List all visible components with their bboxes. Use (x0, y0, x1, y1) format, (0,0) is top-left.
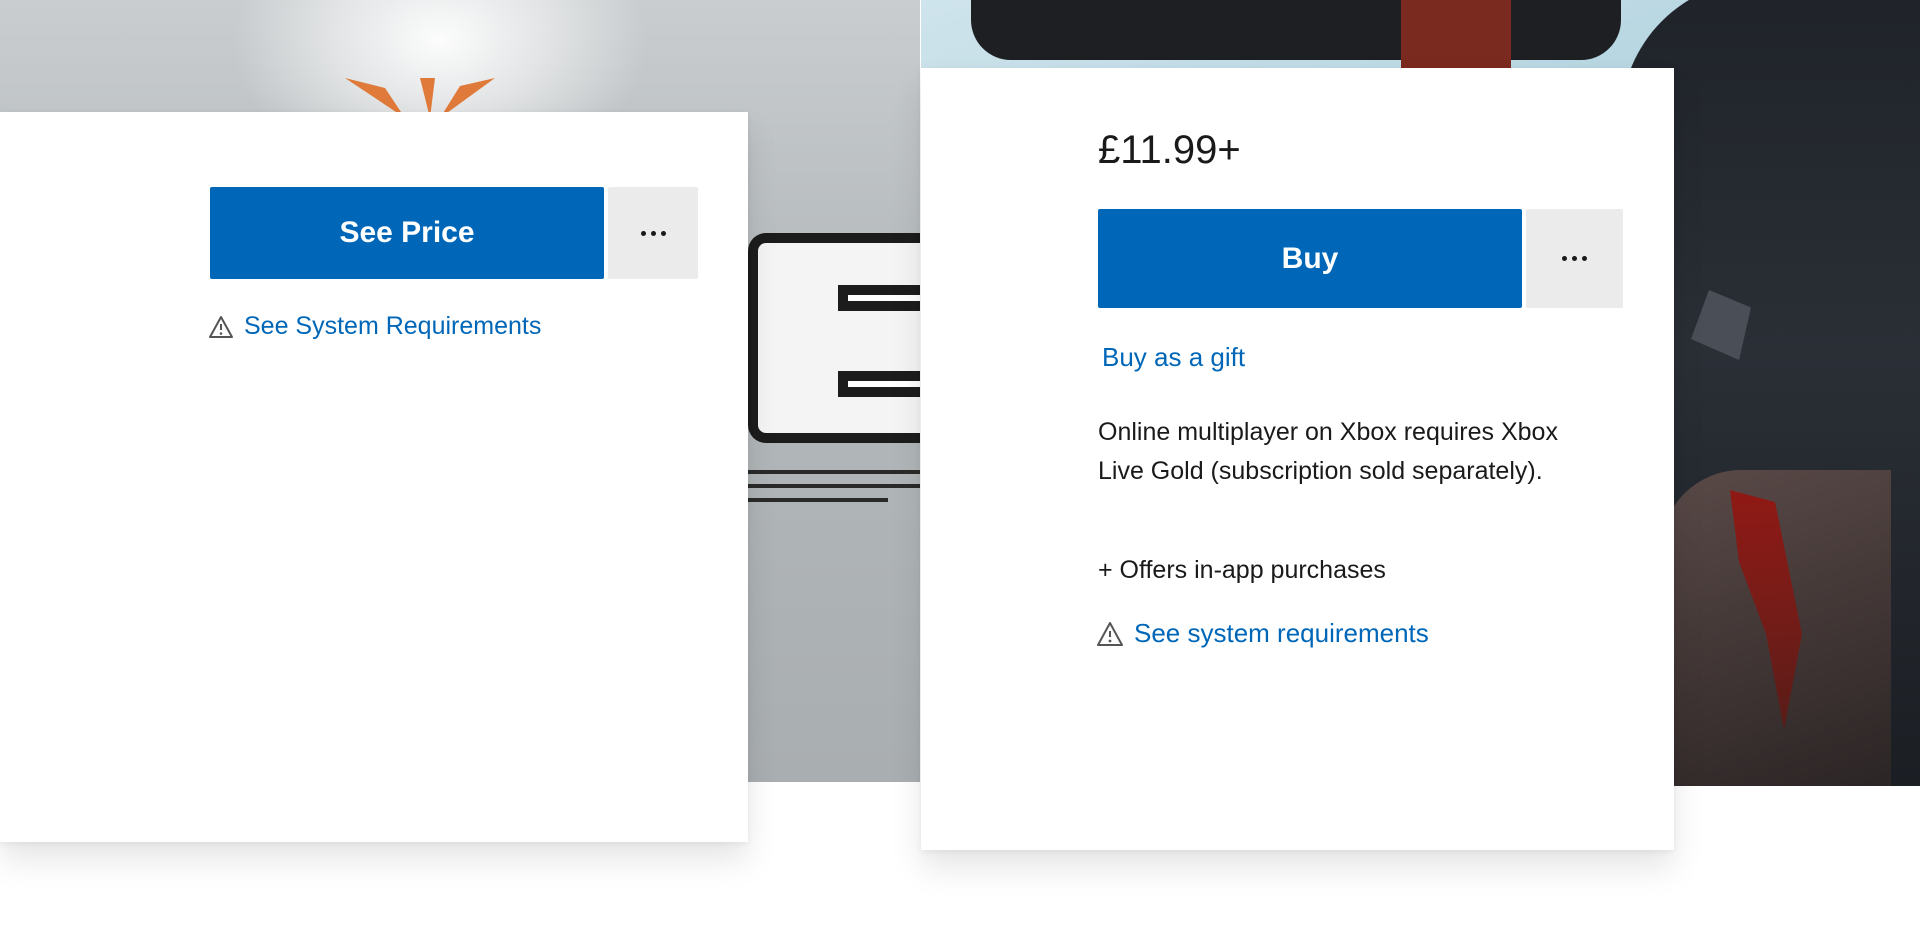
system-requirements-link[interactable]: See System Requirements (208, 312, 541, 341)
in-app-purchases-note: + Offers in-app purchases (1098, 556, 1386, 584)
system-requirements-label: See System Requirements (244, 312, 542, 340)
see-price-button[interactable]: See Price (210, 187, 604, 279)
store-page-stage: See Price See System Requirements £11.99… (0, 0, 1920, 942)
hero-stripes (748, 470, 920, 530)
hero-logo-bar (838, 371, 920, 397)
more-options-icon (640, 230, 666, 236)
hero-red-accent (1401, 0, 1511, 70)
right-purchase-card: £11.99+ Buy Buy as a gift Online multipl… (921, 68, 1674, 850)
price-label: £11.99+ (1098, 128, 1241, 172)
buy-button[interactable]: Buy (1098, 209, 1522, 308)
more-options-icon (1562, 256, 1587, 261)
hero-logo-fragment (748, 233, 920, 443)
more-options-button[interactable] (608, 187, 698, 279)
warning-triangle-icon (209, 315, 233, 338)
hero-logo-bar (838, 285, 920, 311)
warning-triangle-icon (1097, 621, 1123, 646)
system-requirements-label: See system requirements (1134, 618, 1429, 648)
buy-as-gift-link[interactable]: Buy as a gift (1102, 342, 1245, 373)
left-purchase-card: See Price See System Requirements (0, 112, 748, 842)
multiplayer-note: Online multiplayer on Xbox requires Xbox… (1098, 418, 1558, 485)
more-options-button[interactable] (1526, 209, 1623, 308)
hero-dark-shape (971, 0, 1621, 60)
system-requirements-link[interactable]: See system requirements (1096, 618, 1429, 649)
